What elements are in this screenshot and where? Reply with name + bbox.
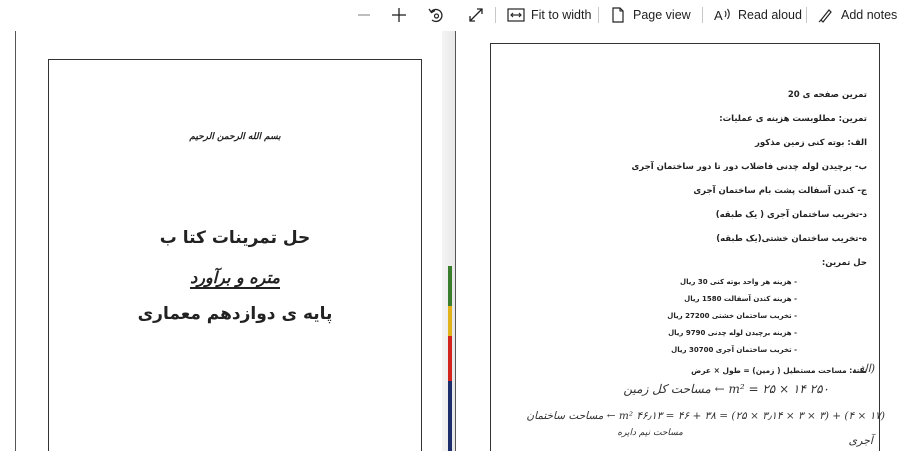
zoom-in-button[interactable]: [389, 4, 409, 26]
text-line: الف: بوته کنی زمین مذکور: [755, 138, 867, 148]
add-notes-label: Add notes: [841, 8, 898, 22]
expand-icon: [466, 5, 486, 25]
read-aloud-icon: A: [713, 5, 733, 25]
handwritten-note: (الف: [852, 362, 875, 375]
list-item: - هزینه کندن آسفالت 1580 ریال: [684, 295, 797, 303]
bismillah-text: بسم الله الرحمن الرحیم: [189, 132, 281, 142]
text-line: ج- کندن آسفالت پشت بام ساختمان آجری: [693, 186, 867, 196]
scan-artifact: [448, 381, 452, 451]
rotate-icon: [426, 5, 446, 25]
zoom-in-icon: [389, 5, 409, 25]
page-title: حل تمرینات کتا ب: [159, 228, 311, 248]
read-aloud-button[interactable]: A Read aloud: [713, 4, 802, 26]
pdf-page-right: تمرین صفحه ی 20 تمرین: مطلوبست هزینه ی ع…: [455, 31, 900, 451]
reader-toolbar: Fit to width Page view A Read aloud Add …: [0, 0, 900, 31]
pen-icon: [816, 5, 836, 25]
page-grade: پایه ی دوازدهم معماری: [137, 304, 333, 324]
list-item: - تخریب ساختمان آجری 30700 ریال: [671, 346, 797, 354]
fullscreen-button[interactable]: [466, 4, 486, 26]
page-view-label: Page view: [633, 8, 691, 22]
toolbar-divider: [702, 7, 703, 23]
add-notes-button[interactable]: Add notes: [816, 4, 897, 26]
list-item: - هزینه برچیدن لوله چدنی 9790 ریال: [668, 329, 797, 337]
exercise-heading: تمرین صفحه ی 20: [787, 90, 867, 100]
handwritten-note: مساحت نیم دایره: [617, 428, 683, 438]
document-viewer[interactable]: بسم الله الرحمن الرحیم حل تمرینات کتا ب …: [0, 31, 900, 451]
list-item: - هزینه هر واحد بوته کنی 30 ریال: [680, 278, 797, 286]
scan-artifact: [448, 336, 452, 381]
text-line: ه-تخریب ساختمان خشتی(یک طبقه): [716, 234, 867, 244]
scan-artifact: [448, 306, 452, 336]
read-aloud-label: Read aloud: [738, 8, 802, 22]
page-border: تمرین صفحه ی 20 تمرین: مطلوبست هزینه ی ع…: [490, 43, 885, 451]
handwritten-equation: (۱۷ × ۴) + (۳ × ۳ × ۳٫۱۴ × ۲۵) = ۳۸ + ۴۶…: [526, 410, 885, 422]
fit-width-icon: [506, 5, 526, 25]
text-line: ب- برچیدن لوله چدنی فاضلاب دور تا دور سا…: [631, 162, 867, 172]
page-border: بسم الله الرحمن الرحیم حل تمرینات کتا ب …: [48, 59, 422, 451]
rotate-button[interactable]: [426, 4, 446, 26]
list-item: - تخریب ساختمان خشتی 27200 ریال: [667, 312, 797, 320]
zoom-out-button[interactable]: [354, 4, 374, 26]
fit-to-width-label: Fit to width: [531, 8, 592, 22]
subtitle-text: متره و برآورد: [190, 268, 280, 289]
toolbar-divider: [806, 7, 807, 23]
handwritten-note: آجری: [848, 434, 873, 447]
note-line: نکته: مساحت مستطیل ( زمین) = طول × عرض: [691, 366, 867, 375]
svg-text:A: A: [714, 8, 723, 23]
page-view-button[interactable]: Page view: [608, 4, 691, 26]
text-line: تمرین: مطلوبست هزینه ی عملیات:: [719, 114, 867, 124]
page-subtitle: متره و برآورد: [49, 268, 421, 289]
scan-artifact: [448, 266, 452, 306]
zoom-out-icon: [354, 5, 374, 25]
toolbar-divider: [495, 7, 496, 23]
page-icon: [608, 5, 628, 25]
toolbar-divider: [598, 7, 599, 23]
pdf-page-left: بسم الله الرحمن الرحیم حل تمرینات کتا ب …: [15, 31, 443, 451]
text-line: د-تخریب ساختمان آجری ( یک طبقه): [715, 210, 867, 220]
solution-heading: حل تمرین:: [821, 258, 867, 268]
fit-to-width-button[interactable]: Fit to width: [506, 4, 591, 26]
handwritten-equation: ۲۵۰ m² = ۲۵ × ۱۴ ← مساحت کل زمین: [623, 382, 829, 396]
